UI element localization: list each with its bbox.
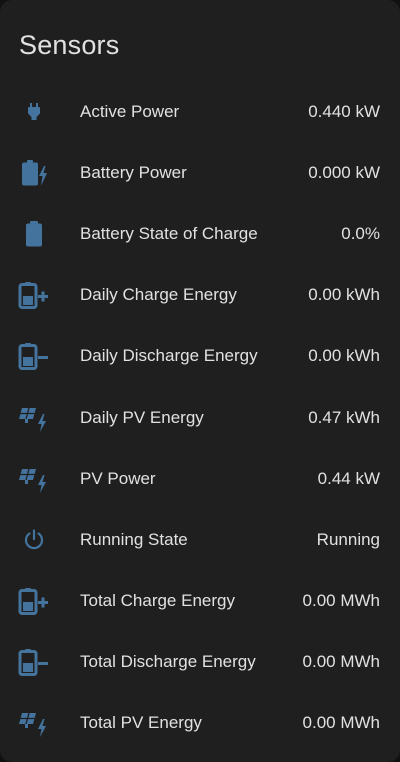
sensors-card: Sensors Active Power 0.440 kW Battery Po… [0, 0, 400, 762]
power-plug-icon [18, 96, 50, 128]
sensor-label: Total Discharge Energy [80, 652, 256, 672]
sensor-label: Total Charge Energy [80, 591, 235, 611]
sensor-value: 0.0% [341, 223, 380, 243]
solar-power-icon [18, 402, 50, 434]
sensor-row-total-charge-energy[interactable]: Total Charge Energy 0.00 MWh [0, 571, 400, 632]
sensor-row-daily-discharge-energy[interactable]: Daily Discharge Energy 0.00 kWh [0, 326, 400, 387]
sensor-label: Daily PV Energy [80, 407, 204, 427]
solar-power-icon [18, 707, 50, 739]
sensor-value: Running [316, 529, 380, 549]
sensor-row-active-power[interactable]: Active Power 0.440 kW [0, 81, 400, 142]
solar-power-icon [18, 463, 50, 495]
sensor-label: Daily Charge Energy [80, 285, 237, 305]
battery-plus-icon [18, 279, 50, 311]
sensor-label: Daily Discharge Energy [80, 346, 258, 366]
sensor-row-pv-power[interactable]: PV Power 0.44 kW [0, 448, 400, 509]
sensor-label: Active Power [80, 101, 180, 121]
sensor-row-running-state[interactable]: Running State Running [0, 509, 400, 570]
sensor-row-total-discharge-energy[interactable]: Total Discharge Energy 0.00 MWh [0, 632, 400, 693]
battery-plus-icon [18, 585, 50, 617]
battery-icon [18, 218, 50, 250]
battery-charging-icon [18, 157, 50, 189]
sensor-value: 0.00 MWh [302, 652, 380, 672]
sensor-value: 0.00 kWh [308, 285, 380, 305]
sensor-value: 0.47 kWh [308, 407, 380, 427]
sensor-value: 0.44 kW [317, 468, 380, 488]
sensor-row-total-pv-energy[interactable]: Total PV Energy 0.00 MWh [0, 693, 400, 754]
battery-minus-icon [18, 340, 50, 372]
sensor-label: Battery State of Charge [80, 223, 258, 243]
sensor-row-battery-power[interactable]: Battery Power 0.000 kW [0, 142, 400, 203]
power-icon [18, 524, 50, 556]
sensor-value: 0.000 kW [308, 162, 380, 182]
sensor-label: Running State [80, 529, 188, 549]
sensor-value: 0.440 kW [308, 101, 380, 121]
card-title: Sensors [19, 30, 120, 60]
sensor-label: Battery Power [80, 162, 187, 182]
sensor-row-battery-soc[interactable]: Battery State of Charge 0.0% [0, 203, 400, 264]
sensor-value: 0.00 MWh [302, 713, 380, 733]
sensor-label: PV Power [80, 468, 156, 488]
sensor-row-daily-pv-energy[interactable]: Daily PV Energy 0.47 kWh [0, 387, 400, 448]
sensor-label: Total PV Energy [80, 713, 202, 733]
sensor-value: 0.00 MWh [302, 591, 380, 611]
sensor-list: Active Power 0.440 kW Battery Power 0.00… [0, 81, 400, 754]
sensor-row-daily-charge-energy[interactable]: Daily Charge Energy 0.00 kWh [0, 265, 400, 326]
sensor-value: 0.00 kWh [308, 346, 380, 366]
battery-minus-icon [18, 646, 50, 678]
